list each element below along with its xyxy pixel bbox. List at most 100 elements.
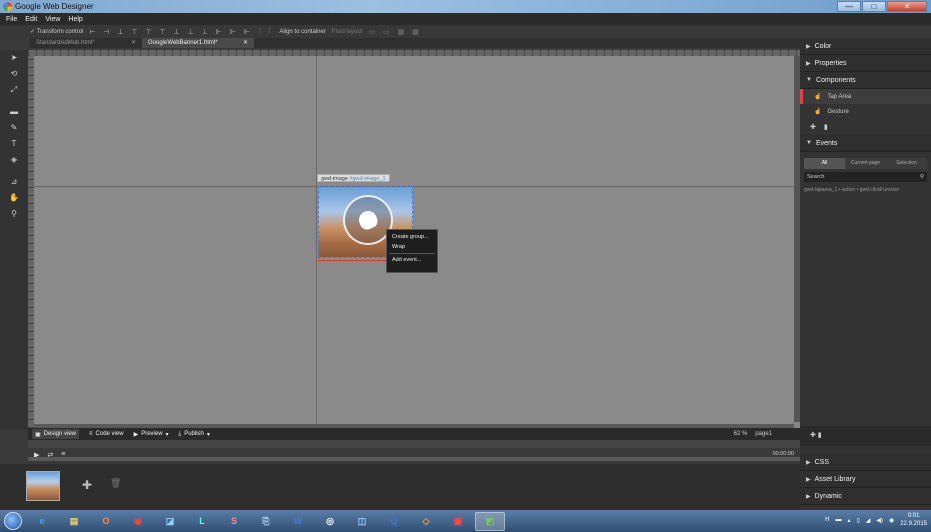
taskbar: e ▤ O ◉ ◪ L S ⎘ W ◎ ◫ Q ◇ ▣ ◩ H ▬ ▴ ▯ ◢ … — [0, 510, 931, 532]
section-title: Asset Library — [814, 475, 856, 483]
color-section[interactable]: ▶ Color — [800, 38, 931, 55]
ctx-wrap[interactable]: Wrap — [387, 242, 437, 252]
network-icon[interactable]: ▯ — [856, 517, 859, 524]
taskbar-app-icon[interactable]: ◫ — [347, 512, 377, 531]
tab-standard-admob[interactable]: StandardAdMob.html* ✕ — [30, 38, 142, 48]
keyboard-icon[interactable]: ▬ — [835, 517, 841, 523]
menu-help[interactable]: Help — [68, 16, 82, 23]
components-section[interactable]: ▼ Components — [800, 72, 931, 89]
horizontal-guide[interactable] — [34, 186, 794, 187]
zoom-level[interactable]: 62 % — [734, 431, 748, 437]
fluid-layout-toggle[interactable]: Fluid layout — [332, 29, 363, 35]
collapse-arrow-icon: ▼ — [806, 140, 812, 146]
taskbar-app-icon[interactable]: ◩ — [475, 511, 505, 531]
publish-button[interactable]: ⤓ Publish ▾ — [179, 431, 210, 438]
menu-view[interactable]: View — [45, 16, 60, 23]
events-tab-current-page[interactable]: Current page — [845, 158, 886, 169]
vertical-guide[interactable] — [316, 56, 317, 424]
selection-tool-icon[interactable]: ➤ — [0, 50, 28, 66]
zoom-tool-icon[interactable]: ⚲ — [0, 206, 28, 222]
dynamic-section[interactable]: ▶ Dynamic — [800, 488, 931, 505]
start-button[interactable] — [4, 512, 22, 530]
taskbar-chrome-icon[interactable]: ◉ — [123, 512, 153, 531]
component-gesture[interactable]: ☝ Gesture — [800, 104, 931, 119]
taskbar-app-icon[interactable]: ▣ — [443, 512, 473, 531]
hand-tool-icon[interactable]: ✋ — [0, 190, 28, 206]
close-button[interactable]: ✕ — [887, 1, 927, 12]
stage[interactable]: gwd-image #gwd-image_1 Create group... W… — [34, 56, 794, 424]
code-view-icon: ≡ — [89, 431, 93, 437]
taskbar-app-icon[interactable]: ◇ — [411, 512, 441, 531]
tag-tool-icon[interactable]: ▬ — [0, 104, 28, 120]
align-to-container-toggle[interactable]: Align to container — [279, 29, 325, 35]
maximize-button[interactable]: □ — [862, 1, 886, 12]
delete-component-icon[interactable]: ▮ — [824, 123, 828, 131]
taskbar-office-icon[interactable]: O — [91, 512, 121, 531]
design-view-button[interactable]: ▣ Design view — [32, 429, 80, 439]
add-page-icon[interactable]: ✚ — [82, 478, 92, 492]
text-tool-icon[interactable]: T — [0, 136, 28, 152]
tool-strip: ➤ ⟲ ⤢ ▬ ✎ T ◈ ⊿ ✋ ⚲ — [0, 50, 28, 430]
events-tab-selection[interactable]: Selection — [886, 158, 927, 169]
taskbar-explorer-icon[interactable]: ▤ — [59, 512, 89, 531]
timeline-track[interactable] — [28, 457, 800, 461]
clock[interactable]: 0:01 22.9.2015 — [900, 512, 927, 528]
minimize-button[interactable]: — — [837, 1, 861, 12]
taskbar-word-icon[interactable]: W — [283, 512, 313, 531]
context-menu: Create group... Wrap Add event... — [386, 229, 438, 273]
code-view-button[interactable]: ≡ Code view — [89, 431, 124, 437]
taskbar-ie-icon[interactable]: e — [27, 512, 57, 531]
events-search-input[interactable]: Search ⚲ — [804, 172, 927, 182]
right-panel: ▶ Color ▶ Properties ▼ Components ☝ Tap … — [800, 38, 931, 510]
tab-close-icon[interactable]: ✕ — [243, 38, 248, 48]
language-indicator[interactable]: H — [825, 517, 829, 523]
properties-section[interactable]: ▶ Properties — [800, 55, 931, 72]
timeline-ruler[interactable] — [28, 440, 800, 448]
taskbar-gwd-icon[interactable]: ◎ — [315, 512, 345, 531]
fill-tool-icon[interactable]: ◈ — [0, 152, 28, 168]
taskbar-lync-icon[interactable]: L — [187, 512, 217, 531]
volume-icon[interactable]: ◀) — [876, 517, 883, 524]
distribute-tools-icon[interactable]: ⫶ ⫶ — [259, 28, 273, 36]
3d-translation-tool-icon[interactable]: ⤢ — [0, 82, 28, 98]
ctx-separator — [389, 253, 435, 254]
add-icon[interactable]: ✚ ▮ — [810, 432, 822, 439]
ctx-add-event[interactable]: Add event... — [387, 255, 437, 265]
menu-edit[interactable]: Edit — [25, 16, 37, 23]
page-thumbnail[interactable] — [26, 471, 60, 501]
taskbar-app-icon[interactable]: ◪ — [155, 512, 185, 531]
tab-label: StandardAdMob.html* — [36, 40, 95, 46]
css-section[interactable]: ▶ CSS — [800, 454, 931, 471]
events-tab-all[interactable]: All — [804, 158, 845, 169]
signal-icon[interactable]: ◢ — [866, 517, 871, 524]
component-tap-area[interactable]: ☝ Tap Area — [800, 89, 931, 104]
element-tag: gwd-image — [321, 176, 348, 182]
search-icon[interactable]: ⚲ — [920, 174, 924, 180]
align-tools-icon[interactable]: ⊢ ⊣ ⊥ ⊤ ⊤ ⊤ ⊥ ⊥ ⊥ ⊩ ⊩ ⊩ — [89, 28, 253, 36]
event-row[interactable]: gwd-taparea_1 • action • gwd.clickFuncti… — [804, 187, 927, 193]
tab-close-icon[interactable]: ✕ — [131, 38, 136, 48]
events-section[interactable]: ▼ Events — [800, 135, 931, 152]
preview-button[interactable]: ▶ Preview ▾ — [134, 431, 169, 438]
chrome-tray-icon[interactable]: ◉ — [889, 517, 894, 524]
3d-rotation-tool-icon[interactable]: ⟲ — [0, 66, 28, 82]
shape-tool-icon[interactable]: ⊿ — [0, 174, 28, 190]
transform-control-toggle[interactable]: ✓ Transform control — [30, 28, 83, 35]
taskbar-sway-icon[interactable]: S — [219, 512, 249, 531]
page-selector[interactable]: page1 — [755, 431, 772, 437]
taskbar-app-icon[interactable]: Q — [379, 512, 409, 531]
pen-tool-icon[interactable]: ✎ — [0, 120, 28, 136]
menu-file[interactable]: File — [6, 16, 17, 23]
delete-page-icon[interactable]: 🗑 — [110, 478, 121, 490]
title-bar: Google Web Designer — □ ✕ — [0, 0, 931, 13]
tray-arrow-icon[interactable]: ▴ — [847, 517, 850, 524]
zoom-controls: 62 % page1 — [734, 431, 772, 437]
hand-icon — [356, 208, 380, 232]
asset-library-section[interactable]: ▶ Asset Library — [800, 471, 931, 488]
taskbar-app-icon[interactable]: ⎘ — [251, 512, 281, 531]
tab-google-web-banner[interactable]: GoogleWebBanner1.html* ✕ — [142, 38, 254, 48]
add-component-icon[interactable]: ✚ — [810, 123, 816, 131]
view-bar: ▣ Design view ≡ Code view ▶ Preview ▾ ⤓ … — [28, 428, 800, 440]
ctx-create-group[interactable]: Create group... — [387, 232, 437, 242]
layout-tools-icon[interactable]: ▭ ▭ ▦ ▦ — [368, 28, 421, 36]
